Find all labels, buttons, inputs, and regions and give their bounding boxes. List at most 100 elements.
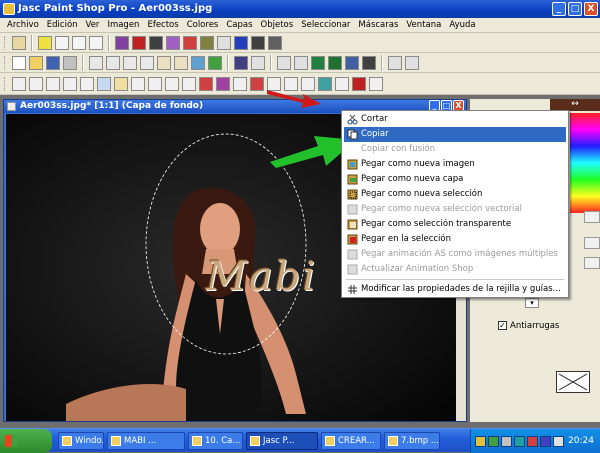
swap-colors-icon[interactable]: ↔ bbox=[568, 99, 582, 111]
dropper-icon[interactable] bbox=[148, 76, 162, 91]
menu-objetos[interactable]: Objetos bbox=[257, 20, 298, 30]
menu-ayuda[interactable]: Ayuda bbox=[445, 20, 479, 30]
paste-layer-icon[interactable] bbox=[174, 55, 188, 70]
undo-icon[interactable] bbox=[89, 55, 103, 70]
pen-tool-icon[interactable] bbox=[369, 76, 383, 91]
print-icon[interactable] bbox=[63, 55, 77, 70]
arrow-tool-icon[interactable] bbox=[12, 76, 26, 91]
zoom-tool-icon[interactable] bbox=[29, 76, 43, 91]
freehand-tool-icon[interactable] bbox=[114, 76, 128, 91]
menu-colores[interactable]: Colores bbox=[183, 20, 223, 30]
selection-tool-icon[interactable] bbox=[97, 76, 111, 91]
task-mabi[interactable]: MABI ... bbox=[107, 432, 185, 450]
effect-d-icon[interactable] bbox=[166, 35, 180, 50]
context-help-icon[interactable] bbox=[405, 55, 419, 70]
script-icon[interactable] bbox=[362, 55, 376, 70]
menu-item-pegar-nueva-capa[interactable]: Pegar como nueva capa bbox=[344, 172, 566, 187]
menu-imagen[interactable]: Imagen bbox=[103, 20, 143, 30]
copy-icon[interactable] bbox=[140, 55, 154, 70]
palette-icon[interactable] bbox=[345, 55, 359, 70]
move-tool-icon[interactable] bbox=[80, 76, 94, 91]
effect-i-icon[interactable] bbox=[251, 35, 265, 50]
menu-item-pegar-seleccion-vectorial[interactable]: Pegar como nueva selección vectorial bbox=[344, 202, 566, 217]
scratch-remover-icon[interactable] bbox=[233, 76, 247, 91]
menu-seleccionar[interactable]: Seleccionar bbox=[297, 20, 354, 30]
menu-capas[interactable]: Capas bbox=[222, 20, 256, 30]
clock[interactable]: 20:24 bbox=[568, 429, 594, 453]
tray-icon[interactable] bbox=[553, 435, 564, 447]
task-jasc[interactable]: Jasc P... bbox=[246, 432, 318, 450]
paint-brush-icon[interactable] bbox=[165, 76, 179, 91]
effect-browser-icon[interactable] bbox=[208, 55, 222, 70]
start-button[interactable] bbox=[0, 429, 52, 453]
task-7-bmp[interactable]: 7.bmp ... bbox=[384, 432, 440, 450]
spin-down-button[interactable]: ▾ bbox=[525, 298, 539, 308]
menu-item-copiar[interactable]: Copiar bbox=[344, 127, 566, 142]
menu-archivo[interactable]: Archivo bbox=[3, 20, 43, 30]
tray-icon[interactable] bbox=[527, 435, 538, 447]
tray-icon[interactable] bbox=[514, 435, 525, 447]
effect-b-icon[interactable] bbox=[132, 35, 146, 50]
texture-icon[interactable] bbox=[89, 35, 103, 50]
effect-h-icon[interactable] bbox=[234, 35, 248, 50]
zoom-icon[interactable] bbox=[277, 55, 291, 70]
magic-wand-icon[interactable] bbox=[131, 76, 145, 91]
close-button[interactable]: X bbox=[584, 2, 598, 16]
redo-icon[interactable] bbox=[106, 55, 120, 70]
menu-ver[interactable]: Ver bbox=[82, 20, 104, 30]
layers-icon[interactable] bbox=[328, 55, 342, 70]
effect-g-icon[interactable] bbox=[217, 35, 231, 50]
save-icon[interactable] bbox=[46, 55, 60, 70]
deform-tool-icon[interactable] bbox=[46, 76, 60, 91]
palette-field[interactable] bbox=[584, 237, 600, 249]
tray-icon[interactable] bbox=[475, 435, 486, 447]
menu-item-pegar-nueva-seleccion[interactable]: Pegar como nueva selección bbox=[344, 187, 566, 202]
menu-item-pegar-nueva-imagen[interactable]: Pegar como nueva imagen bbox=[344, 157, 566, 172]
task-10-ca[interactable]: 10. Ca... bbox=[188, 432, 243, 450]
tray-icon[interactable] bbox=[540, 435, 551, 447]
tray-icon[interactable] bbox=[488, 435, 499, 447]
preset-shapes-icon[interactable] bbox=[352, 76, 366, 91]
maximize-button[interactable]: □ bbox=[568, 2, 582, 16]
open-folder-icon[interactable] bbox=[29, 55, 43, 70]
antialias-checkbox[interactable]: ✓ bbox=[498, 321, 507, 330]
menu-efectos[interactable]: Efectos bbox=[143, 20, 182, 30]
retouch-icon[interactable] bbox=[216, 76, 230, 91]
tray-icon[interactable] bbox=[501, 435, 512, 447]
menu-item-copiar-con-fusion[interactable]: Copiar con fusión bbox=[344, 142, 566, 157]
effect-f-icon[interactable] bbox=[200, 35, 214, 50]
effect-e-icon[interactable] bbox=[183, 35, 197, 50]
effect-c-icon[interactable] bbox=[149, 35, 163, 50]
menu-ventana[interactable]: Ventana bbox=[402, 20, 445, 30]
line-style-icon[interactable] bbox=[55, 35, 69, 50]
crop-tool-icon[interactable] bbox=[63, 76, 77, 91]
task-windows[interactable]: Windo... bbox=[58, 432, 104, 450]
capture-icon[interactable] bbox=[251, 55, 265, 70]
minimize-button[interactable]: _ bbox=[552, 2, 566, 16]
effect-a-icon[interactable] bbox=[115, 35, 129, 50]
palette-field[interactable] bbox=[584, 211, 600, 223]
help-icon[interactable] bbox=[388, 55, 402, 70]
new-file-icon[interactable] bbox=[12, 55, 26, 70]
eraser-icon[interactable] bbox=[250, 76, 264, 91]
menu-item-pegar-seleccion-transparente[interactable]: Pegar como selección transparente bbox=[344, 217, 566, 232]
text-tool-icon[interactable] bbox=[335, 76, 349, 91]
screen-icon[interactable] bbox=[234, 55, 248, 70]
paste-icon[interactable] bbox=[157, 55, 171, 70]
brush-tip-icon[interactable] bbox=[72, 35, 86, 50]
foreground-color-icon[interactable] bbox=[38, 35, 52, 50]
color-palette[interactable] bbox=[570, 113, 600, 213]
image-icon[interactable] bbox=[191, 55, 205, 70]
browse-icon[interactable] bbox=[12, 35, 26, 50]
menu-edicion[interactable]: Edición bbox=[43, 20, 82, 30]
menu-item-cortar[interactable]: Cortar bbox=[344, 112, 566, 127]
effect-j-icon[interactable] bbox=[268, 35, 282, 50]
menu-item-pegar-en-seleccion[interactable]: Pegar en la selección bbox=[344, 232, 566, 247]
histogram-icon[interactable] bbox=[311, 55, 325, 70]
clone-brush-icon[interactable] bbox=[182, 76, 196, 91]
color-replacer-icon[interactable] bbox=[199, 76, 213, 91]
menu-item-pegar-animacion[interactable]: Pegar animación AS como imágenes múltipl… bbox=[344, 247, 566, 262]
menu-mascaras[interactable]: Máscaras bbox=[354, 20, 402, 30]
menu-item-propiedades-rejilla[interactable]: Modificar las propiedades de la rejilla … bbox=[344, 282, 566, 297]
overview-icon[interactable] bbox=[294, 55, 308, 70]
